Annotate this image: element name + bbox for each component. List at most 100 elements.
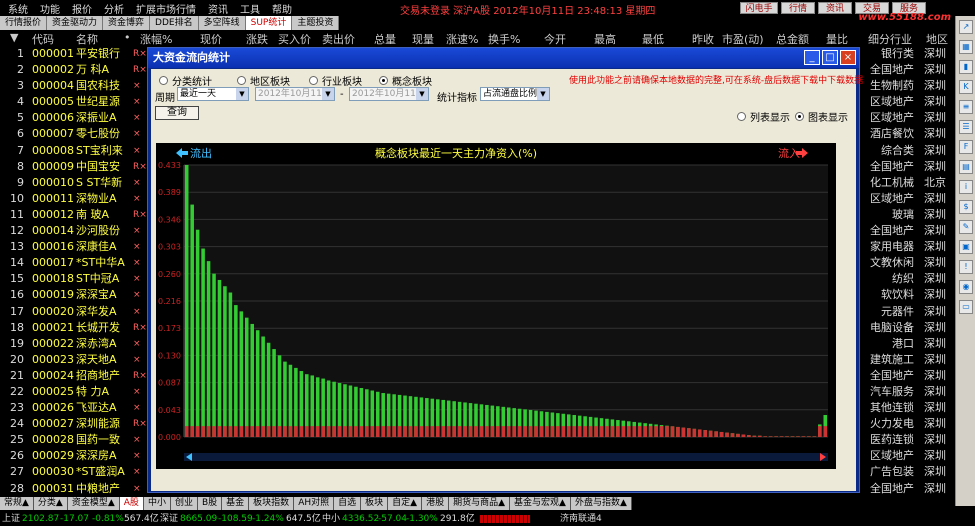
- minimize-icon[interactable]: _: [804, 50, 820, 65]
- table-row[interactable]: 12 000014 沙河股份 ×: [0, 223, 150, 239]
- table-row-right[interactable]: 全国地产 深圳: [862, 159, 952, 175]
- menu-item[interactable]: 报价: [72, 1, 92, 16]
- table-icon[interactable]: ≡: [959, 100, 973, 114]
- money-icon[interactable]: $: [959, 200, 973, 214]
- column-header-cell[interactable]: 代码: [32, 31, 54, 47]
- table-row-right[interactable]: 全国地产 深圳: [862, 223, 952, 239]
- table-row[interactable]: 7 000008 ST宝利来 ×: [0, 143, 150, 159]
- table-row-right[interactable]: 港口 深圳: [862, 336, 952, 352]
- top-tab[interactable]: 资金驱动力: [47, 16, 104, 30]
- column-header-cell[interactable]: 卖出价: [322, 31, 355, 47]
- table-row[interactable]: 22 000025 特 力A ×: [0, 384, 150, 400]
- bottom-tab[interactable]: 期货与商品▲: [449, 497, 511, 510]
- maximize-icon[interactable]: □: [822, 50, 838, 65]
- date-from-picker[interactable]: 2012年10月11日 ▼: [255, 87, 335, 101]
- category-radio[interactable]: 分类统计: [159, 73, 212, 88]
- table-row-right[interactable]: 区域地产 深圳: [862, 448, 952, 464]
- column-header-cell[interactable]: 昨收: [692, 31, 714, 47]
- column-header-cell[interactable]: 涨幅%: [140, 31, 172, 47]
- table-row-right[interactable]: 火力发电 深圳: [862, 416, 952, 432]
- table-row-right[interactable]: 医药连锁 深圳: [862, 432, 952, 448]
- table-row-right[interactable]: 区域地产 深圳: [862, 110, 952, 126]
- k-line-icon[interactable]: K: [959, 80, 973, 94]
- info-icon[interactable]: i: [959, 180, 973, 194]
- table-row[interactable]: 1 000001 平安银行 R×: [0, 46, 150, 62]
- table-row[interactable]: 19 000022 深赤湾A ×: [0, 336, 150, 352]
- table-row-right[interactable]: 酒店餐饮 深圳: [862, 126, 952, 142]
- top-tab[interactable]: 资金博弈: [103, 16, 151, 30]
- bar-icon[interactable]: ▮: [959, 60, 973, 74]
- table-row[interactable]: 10 000011 深物业A ×: [0, 191, 150, 207]
- table-row-right[interactable]: 化工机械 北京: [862, 175, 952, 191]
- bottom-tab[interactable]: 分类▲: [33, 497, 68, 510]
- bottom-tab[interactable]: 基金与宏观▲: [510, 497, 571, 510]
- table-row-right[interactable]: 综合类 深圳: [862, 143, 952, 159]
- category-radio[interactable]: 概念板块: [379, 73, 432, 88]
- top-tab[interactable]: SUP统计: [245, 16, 293, 30]
- column-header-cell[interactable]: 名称: [76, 31, 98, 47]
- column-header-cell[interactable]: 今开: [544, 31, 566, 47]
- close-icon[interactable]: ×: [840, 50, 856, 65]
- table-row-right[interactable]: 文教休闲 深圳: [862, 255, 952, 271]
- bottom-tab[interactable]: 外盘与指数▲: [570, 497, 632, 510]
- bottom-tab[interactable]: 常规▲: [0, 497, 34, 510]
- date-to-picker[interactable]: 2012年10月11日 ▼: [349, 87, 429, 101]
- menu-item[interactable]: 分析: [104, 1, 124, 16]
- table-row[interactable]: 25 000028 国药一致 ×: [0, 432, 150, 448]
- table-row-right[interactable]: 电脑设备 深圳: [862, 320, 952, 336]
- table-row[interactable]: 5 000006 深振业A ×: [0, 110, 150, 126]
- table-row[interactable]: 26 000029 深深房A ×: [0, 448, 150, 464]
- column-header-cell[interactable]: 现量: [412, 31, 434, 47]
- table-row[interactable]: 15 000018 ST中冠A ×: [0, 271, 150, 287]
- table-row[interactable]: 6 000007 零七股份 ×: [0, 126, 150, 142]
- table-row[interactable]: 23 000026 飞亚达A ×: [0, 400, 150, 416]
- column-header-cell[interactable]: 涨速%: [446, 31, 478, 47]
- metric-select[interactable]: 占流通盘比例 ▼: [480, 87, 550, 101]
- column-header-cell[interactable]: 总金额: [776, 31, 809, 47]
- table-row-right[interactable]: 软饮料 深圳: [862, 287, 952, 303]
- period-select[interactable]: 最近一天 ▼: [177, 87, 249, 101]
- table-row[interactable]: 14 000017 *ST中华A ×: [0, 255, 150, 271]
- table-row[interactable]: 20 000023 深天地A ×: [0, 352, 150, 368]
- column-header-cell[interactable]: 现价: [200, 31, 222, 47]
- chart-icon[interactable]: ↗: [959, 20, 973, 34]
- table-row-right[interactable]: 纺织 深圳: [862, 271, 952, 287]
- table-row-right[interactable]: 广告包装 深圳: [862, 464, 952, 480]
- table-row-right[interactable]: 银行类 深圳: [862, 46, 952, 62]
- table-row[interactable]: 28 000031 中粮地产 ×: [0, 481, 150, 497]
- menu-item[interactable]: 工具: [240, 1, 260, 16]
- table-row[interactable]: 27 000030 *ST盛润A ×: [0, 464, 150, 480]
- column-header-cell[interactable]: 细分行业: [868, 31, 912, 47]
- column-header-cell[interactable]: 总量: [374, 31, 396, 47]
- table-row[interactable]: 18 000021 长城开发 R×: [0, 320, 150, 336]
- column-header-cell[interactable]: 最高: [594, 31, 616, 47]
- category-radio[interactable]: 地区板块: [237, 73, 290, 88]
- table-row-right[interactable]: 元器件 深圳: [862, 304, 952, 320]
- f10-icon[interactable]: F: [959, 140, 973, 154]
- menu-item[interactable]: 系统: [8, 1, 28, 16]
- view-chart-radio[interactable]: 图表显示: [795, 109, 848, 124]
- bottom-tab[interactable]: 基金: [222, 497, 250, 510]
- table-row-right[interactable]: 全国地产 深圳: [862, 62, 952, 78]
- bottom-tab[interactable]: 板块指数: [249, 497, 295, 510]
- menu-item[interactable]: 帮助: [272, 1, 292, 16]
- category-radio[interactable]: 行业板块: [309, 73, 362, 88]
- top-tab[interactable]: 行情报价: [0, 16, 48, 30]
- stats-icon[interactable]: ▤: [959, 160, 973, 174]
- bottom-tab[interactable]: 板块: [361, 497, 389, 510]
- bottom-tab[interactable]: 中小: [143, 497, 171, 510]
- column-header-cell[interactable]: ▼: [10, 31, 18, 44]
- column-header-cell[interactable]: 买入价: [278, 31, 311, 47]
- top-tab[interactable]: 多空阵线: [198, 16, 246, 30]
- folder-icon[interactable]: ▭: [959, 300, 973, 314]
- table-row-right[interactable]: 玻璃 深圳: [862, 207, 952, 223]
- bottom-tab[interactable]: B股: [197, 497, 223, 510]
- menu-item[interactable]: 资讯: [208, 1, 228, 16]
- column-header-cell[interactable]: •: [124, 31, 131, 44]
- bottom-tab[interactable]: AH对照: [294, 497, 335, 510]
- column-header-cell[interactable]: 市盈(动): [722, 31, 764, 47]
- column-header-cell[interactable]: 最低: [642, 31, 664, 47]
- query-button[interactable]: 查询: [155, 106, 199, 120]
- menu-item[interactable]: 扩展市场行情: [136, 1, 196, 16]
- bottom-tab[interactable]: 创业: [170, 497, 198, 510]
